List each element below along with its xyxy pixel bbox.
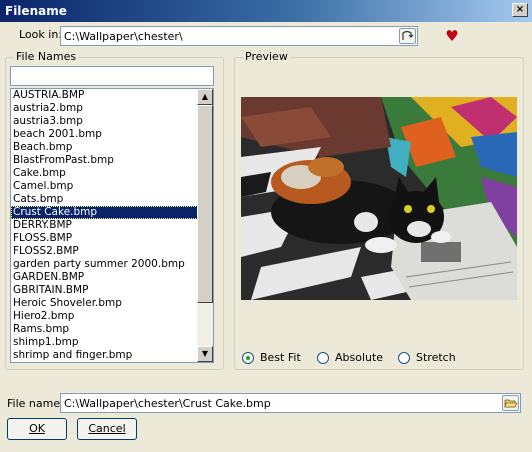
best-fit-radio[interactable]	[242, 351, 254, 364]
list-item[interactable]: Cake.bmp	[11, 167, 198, 180]
file-filter-input[interactable]	[10, 66, 214, 86]
browse-button[interactable]	[399, 28, 416, 44]
list-item[interactable]: garden party summer 2000.bmp	[11, 258, 198, 271]
list-item[interactable]: austria3.bmp	[11, 115, 198, 128]
preview-image	[241, 97, 517, 300]
fit-option-absolute[interactable]: Absolute	[317, 351, 383, 364]
cancel-button[interactable]: Cancel	[77, 418, 137, 440]
best-fit-label: Best Fit	[260, 351, 301, 364]
list-item[interactable]: Crust Cake.bmp	[11, 206, 198, 219]
scroll-thumb[interactable]	[197, 105, 213, 303]
stretch-label: Stretch	[416, 351, 456, 364]
list-item[interactable]: DERRY.BMP	[11, 219, 198, 232]
absolute-radio[interactable]	[317, 351, 329, 364]
preview-label: Preview	[243, 50, 290, 63]
file-name-value: C:\Wallpaper\chester\Crust Cake.bmp	[64, 397, 271, 410]
list-item[interactable]: Beach.bmp	[11, 141, 198, 154]
file-list-items: AUSTRIA.BMP austria2.bmp austria3.bmp beach…	[11, 89, 198, 362]
list-item[interactable]: shrimp and finger.bmp	[11, 349, 198, 362]
list-item[interactable]: FLOSS2.BMP	[11, 245, 198, 258]
file-name-field[interactable]: C:\Wallpaper\chester\Crust Cake.bmp	[60, 393, 521, 413]
scroll-down-button[interactable]: ▼	[197, 346, 213, 362]
list-item[interactable]: Camel.bmp	[11, 180, 198, 193]
scroll-up-button[interactable]: ▲	[197, 89, 213, 105]
close-button[interactable]: ×	[512, 3, 528, 17]
list-item[interactable]: Rams.bmp	[11, 323, 198, 336]
file-names-label: File Names	[14, 50, 79, 63]
list-item[interactable]: Heroic Shoveler.bmp	[11, 297, 198, 310]
list-item[interactable]: beach 2001.bmp	[11, 128, 198, 141]
file-list[interactable]: AUSTRIA.BMP austria2.bmp austria3.bmp beach…	[10, 88, 214, 363]
cat-preview-picture	[241, 97, 517, 300]
list-item[interactable]: shimp1.bmp	[11, 336, 198, 349]
title-bar: Filename ×	[0, 0, 532, 22]
look-in-path-field[interactable]: C:\Wallpaper\chester\	[60, 26, 418, 46]
window-title: Filename	[5, 4, 67, 18]
look-in-path: C:\Wallpaper\chester\	[64, 30, 183, 43]
ok-button[interactable]: OK	[7, 418, 67, 440]
list-item[interactable]: BlastFromPast.bmp	[11, 154, 198, 167]
fit-option-best-fit[interactable]: Best Fit	[242, 351, 301, 364]
fit-option-stretch[interactable]: Stretch	[398, 351, 456, 364]
look-in-label: Look in:	[19, 28, 62, 41]
stretch-radio[interactable]	[398, 351, 410, 364]
browse-folder-icon	[402, 30, 414, 40]
file-list-scrollbar[interactable]: ▲ ▼	[197, 89, 213, 362]
list-item[interactable]: FLOSS.BMP	[11, 232, 198, 245]
list-item[interactable]: austria2.bmp	[11, 102, 198, 115]
list-item[interactable]: GARDEN.BMP	[11, 271, 198, 284]
list-item[interactable]: GBRITAIN.BMP	[11, 284, 198, 297]
list-item[interactable]: AUSTRIA.BMP	[11, 89, 198, 102]
open-folder-button[interactable]	[502, 395, 519, 411]
open-folder-icon	[504, 399, 518, 408]
file-name-label: File name:	[7, 397, 64, 410]
favorite-heart-icon[interactable]: ♥	[444, 28, 460, 44]
list-item[interactable]: Cats.bmp	[11, 193, 198, 206]
list-item[interactable]: Hiero2.bmp	[11, 310, 198, 323]
absolute-label: Absolute	[335, 351, 384, 364]
